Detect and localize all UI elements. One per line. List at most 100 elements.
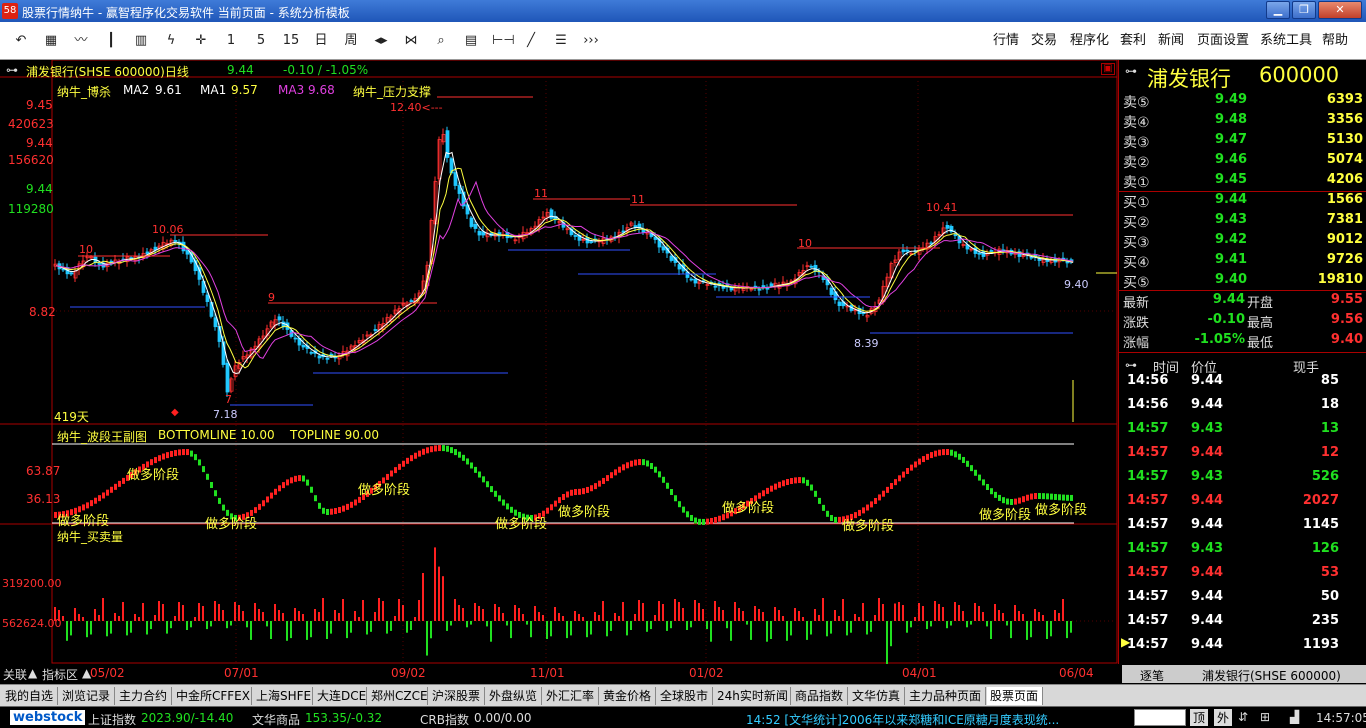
x-axis-label: 05/02 [90,666,125,680]
bar-chart-icon[interactable]: ▥ [132,31,150,51]
top-button[interactable]: 顶 [1190,709,1208,726]
maximize-button[interactable]: ❐ [1292,1,1316,19]
bottom-tab[interactable]: 上海SHFE [253,687,313,705]
ask-5-price[interactable]: 9.49 [1215,92,1247,107]
volume-bar [426,621,428,656]
volume-bar [222,610,224,621]
fit-icon[interactable]: ⋈ [402,31,420,51]
bottom-tab[interactable]: 外汇汇率 [543,687,599,705]
ma2-value: 9.61 [155,83,182,97]
tick-volume: 85 [1320,373,1339,388]
volume-bar [494,604,496,621]
menu-program[interactable]: 程序化 [1070,31,1109,51]
menu-news[interactable]: 新闻 [1158,31,1184,51]
volume-bar [230,621,232,626]
cursor-icon[interactable]: ✛ [192,31,210,51]
bid-4-price[interactable]: 9.41 [1215,252,1247,267]
period-week-button[interactable]: 周 [342,31,360,51]
wave-bar [614,469,617,476]
left-right-icon[interactable]: ◂▸ [372,31,390,51]
news-ticker[interactable]: 14:52 [文华统计]2006年以来郑糖和ICE原糖月度表现统... [746,711,1059,728]
grid-icon[interactable]: ▦ [42,31,60,51]
wave-bar [978,474,981,481]
bid-2-price[interactable]: 9.43 [1215,212,1247,227]
bid-5-price[interactable]: 9.40 [1215,272,1247,287]
wave-bar [550,504,553,511]
bottom-tab[interactable]: 全球股市 [657,687,713,705]
more-icon[interactable]: ››› [582,31,600,51]
bottom-tab[interactable]: 主力合约 [116,687,172,705]
lightning-icon[interactable]: ϟ [162,31,180,51]
bottom-tab[interactable]: 大连DCE [314,687,367,705]
quote-symbol-tab[interactable]: 浦发银行(SHSE 600000) [1202,667,1341,684]
close-button[interactable]: ✕ [1318,1,1362,19]
undo-icon[interactable]: ↶ [12,31,30,51]
menu-quotes[interactable]: 行情 [993,31,1019,51]
ask-4-price[interactable]: 9.48 [1215,112,1247,127]
period-day-button[interactable]: 日 [312,31,330,51]
bottom-tab[interactable]: 我的自选 [2,687,58,705]
ticks-toggle-icon[interactable]: ⊶ [1125,358,1137,372]
volume-bar [678,602,680,621]
bottom-tab[interactable]: 24h实时新闻 [714,687,791,705]
volume-bar [754,606,756,621]
magnifier-icon[interactable]: ⌕ [432,31,450,51]
menu-system-tools[interactable]: 系统工具 [1260,31,1312,51]
wave-bar [942,449,945,456]
link-tab[interactable]: 关联 [3,666,27,683]
list-icon[interactable]: ☰ [552,31,570,51]
pen-icon[interactable]: ╱ [522,31,540,51]
period-5min-button[interactable]: 5 [252,31,270,51]
bottom-tab[interactable]: 中金所CFFEX [173,687,252,705]
bottom-tab[interactable]: 浏览记录 [59,687,115,705]
indicator-area-tab[interactable]: 指标区 [42,666,78,683]
range-icon[interactable]: ⊢⊣ [492,31,515,51]
wave-bar [274,488,277,495]
bid-3-price[interactable]: 9.42 [1215,232,1247,247]
bottom-tab[interactable]: 沪深股票 [429,687,485,705]
bottom-tab[interactable]: 主力品种页面 [906,687,986,705]
wave-bar [314,495,317,502]
chart-toggle-icon[interactable]: ⊶ [6,63,18,77]
tick-volume: 126 [1311,541,1339,556]
chart-icon[interactable]: ⊞ [1260,710,1270,724]
menu-help[interactable]: 帮助 [1322,31,1348,51]
volume-bar [674,599,676,621]
link-arrow-icon[interactable]: ▲ [28,666,37,680]
external-button[interactable]: 外 [1214,709,1232,726]
tick-tab[interactable]: 逐笔 [1140,667,1164,684]
symbol-label: 浦发银行(SHSE 600000)日线 [26,65,189,79]
bottom-tab[interactable]: 股票页面 [987,687,1043,705]
bottom-tab[interactable]: 黄金价格 [600,687,656,705]
clock: 14:57:05 [1316,711,1366,725]
ask-3-price[interactable]: 9.47 [1215,132,1247,147]
ask-1-price[interactable]: 9.45 [1215,172,1247,187]
volume-bar [174,616,176,621]
panel-toggle-icon[interactable]: ⊶ [1125,64,1137,78]
drag-icon[interactable]: ⇵ [1238,710,1248,724]
stat-label: 涨跌 [1123,316,1150,331]
chart-area[interactable]: ⊶ 浦发银行(SHSE 600000)日线 9.44 -0.10 / -1.05… [0,60,1118,664]
volume-bar [742,611,744,621]
period-1min-button[interactable]: 1 [222,31,240,51]
bottom-tab[interactable]: 郑州CZCE [368,687,428,705]
period-15min-button[interactable]: 15 [282,31,300,51]
line-chart-icon[interactable]: 〰 [72,31,90,51]
chart-maximize-icon[interactable]: ▣ [1101,63,1115,75]
ask-2-price[interactable]: 9.46 [1215,152,1247,167]
layout-icon[interactable]: ▤ [462,31,480,51]
search-input[interactable] [1134,709,1186,726]
menu-page-settings[interactable]: 页面设置 [1197,31,1249,51]
kline-chart[interactable] [0,60,1118,664]
candle-body [677,264,682,270]
menu-arbitrage[interactable]: 套利 [1120,31,1146,51]
bottom-tab[interactable]: 商品指数 [792,687,848,705]
bottom-tab[interactable]: 文华仿真 [849,687,905,705]
volume-bar [138,617,140,621]
bid-1-price[interactable]: 9.44 [1215,192,1247,207]
menu-trade[interactable]: 交易 [1031,31,1057,51]
minimize-button[interactable]: ▁ [1266,1,1290,19]
volume-bar [226,621,228,629]
candle-icon[interactable]: ┃ [102,31,120,51]
bottom-tab[interactable]: 外盘纵览 [486,687,542,705]
